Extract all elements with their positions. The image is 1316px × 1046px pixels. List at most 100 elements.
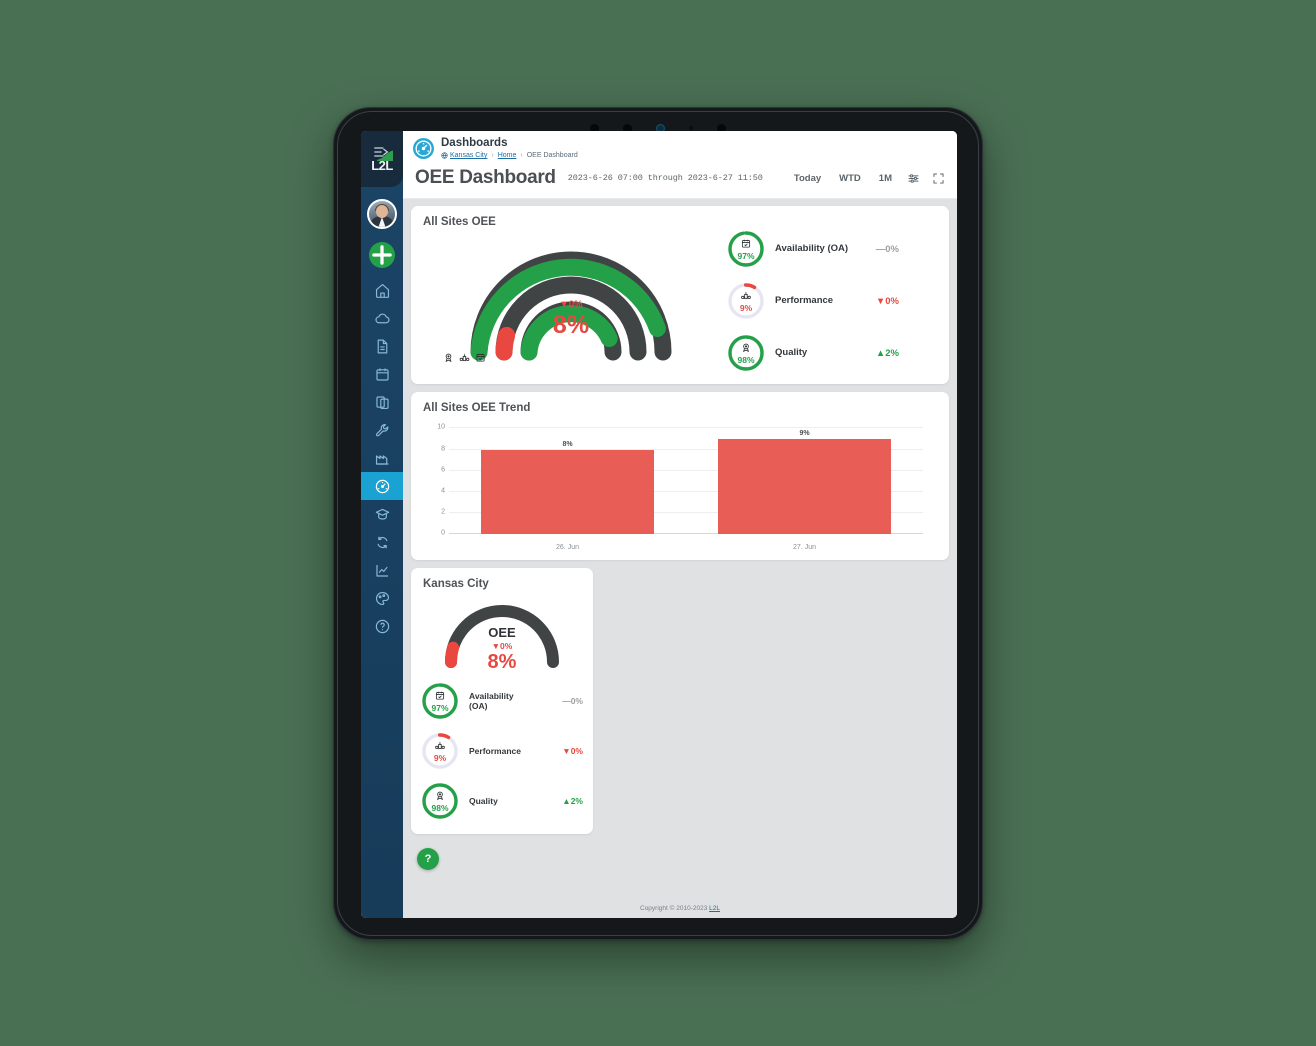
light-sensor-icon	[689, 126, 693, 130]
dashboard-scroll-area[interactable]: All Sites OEE ▼0% 8% 97% Availability (O…	[403, 199, 957, 900]
chart-y-tick: 2	[441, 508, 445, 516]
document-icon	[377, 339, 387, 353]
chart-x-axis: 26. Jun 27. Jun	[449, 544, 923, 551]
oee-trend-card: All Sites OEE Trend 0 2 4 6 8 10 8% 9% 26. Jun 2…	[411, 392, 949, 561]
site-kpi-performance: 9% Performance ▼0%	[421, 732, 583, 770]
green-growth-chart-icon	[376, 150, 393, 161]
site-quality-value: 98%	[431, 803, 449, 814]
sidebar-item-cloud[interactable]	[361, 304, 403, 332]
footer: Copyright © 2010-2023 L2L	[403, 900, 957, 918]
kpi-performance: 9% Performance ▼0%	[727, 282, 939, 320]
footer-link[interactable]: L2L	[709, 905, 720, 912]
home-icon	[375, 283, 389, 298]
site-oee-gauge: OEE ▼0% 8%	[411, 592, 593, 678]
all-sites-oee-card: All Sites OEE ▼0% 8% 97% Availability (O…	[411, 206, 949, 385]
kpi-quality: 98% Quality ▲2%	[727, 334, 939, 372]
sidebar-item-training[interactable]	[361, 500, 403, 528]
sidebar-item-dashboards[interactable]	[361, 472, 403, 500]
refresh-cycle-icon	[377, 536, 387, 548]
sidebar-item-maintenance[interactable]	[361, 416, 403, 444]
logo-block[interactable]: L2L	[361, 131, 403, 187]
range-button-wtd[interactable]: WTD	[836, 171, 864, 186]
breadcrumb-home[interactable]: Home	[498, 151, 517, 160]
chart-bar-column[interactable]: 9%	[686, 428, 923, 535]
footer-copyright: Copyright © 2010-2023	[640, 905, 710, 912]
gauge-legend-icons	[443, 352, 486, 363]
avatar[interactable]	[367, 199, 397, 229]
date-range-label: 2023-6-26 07:00 through 2023-6-27 11:50	[567, 173, 763, 184]
site-kpi-list: 97% Availability (OA) —0% 9% Performance…	[411, 678, 593, 834]
availability-delta: —0%	[875, 243, 899, 255]
breadcrumb-site[interactable]: Kansas City	[441, 151, 487, 160]
sidebar-item-production[interactable]	[361, 444, 403, 472]
site-oee-label: OEE	[488, 625, 516, 641]
topbar: Dashboards Kansas City › Home › OEE Dash…	[403, 131, 957, 165]
sidebar-item-clipboard[interactable]	[361, 388, 403, 416]
sidebar-item-continuous-improvement[interactable]	[361, 528, 403, 556]
palette-icon	[375, 591, 389, 605]
site-performance-ring: 9%	[421, 732, 459, 770]
site-availability-delta: —0%	[562, 696, 583, 707]
app-title: Dashboards	[441, 137, 508, 149]
oee-multi-gauge: ▼0% 8%	[421, 238, 721, 364]
quality-label: Quality	[775, 347, 808, 359]
calendar-icon	[375, 368, 389, 381]
breadcrumb-current: OEE Dashboard	[526, 152, 578, 160]
chart-bar-label: 9%	[799, 429, 810, 437]
sidebar-item-reports[interactable]	[361, 556, 403, 584]
line-chart-icon	[375, 564, 388, 577]
chart-y-tick: 4	[441, 487, 445, 495]
chart-bar-label: 8%	[562, 440, 573, 448]
site-kpi-availability: 97% Availability (OA) —0%	[421, 682, 583, 720]
range-button-today[interactable]: Today	[791, 171, 824, 186]
chart-y-tick: 0	[441, 529, 445, 537]
settings-button[interactable]	[907, 172, 920, 185]
performance-bars-icon	[435, 740, 446, 751]
chart-plot-area: 0 2 4 6 8 10 8% 9%	[437, 424, 923, 537]
quality-ring: 98%	[727, 334, 765, 372]
performance-bars-icon	[459, 354, 470, 362]
clipboard-icon	[375, 395, 389, 409]
site-performance-label: Performance	[469, 746, 521, 756]
tablet-frame: L2L Dashboards Kansas City › Home › OEE …	[333, 107, 983, 940]
range-button-1m[interactable]: 1M	[876, 171, 895, 186]
quality-value: 98%	[737, 355, 755, 366]
oee-trend-chart[interactable]: 0 2 4 6 8 10 8% 9% 26. Jun 27. Jun	[423, 420, 937, 552]
performance-ring: 9%	[727, 282, 765, 320]
chart-bar[interactable]	[481, 449, 654, 535]
add-button[interactable]	[369, 242, 395, 268]
sliders-icon	[908, 174, 919, 183]
sidebar-item-documents[interactable]	[361, 332, 403, 360]
sidebar-item-help[interactable]	[361, 612, 403, 640]
sidebar-item-theme[interactable]	[361, 584, 403, 612]
chart-x-tick: 26. Jun	[556, 544, 579, 552]
sidebar: L2L	[361, 131, 403, 918]
chart-bar[interactable]	[718, 438, 891, 535]
gauge-arcs	[470, 251, 672, 361]
kansas-city-card: Kansas City OEE ▼0% 8% 97% Availability …	[411, 568, 593, 835]
quality-badge-icon	[445, 353, 452, 363]
availability-calendar-icon	[741, 238, 752, 249]
help-fab-button[interactable]: ?	[417, 848, 439, 870]
kpi-list: 97% Availability (OA) —0% 9% Performance…	[721, 230, 939, 372]
site-oee-value: 8%	[487, 650, 517, 673]
sidebar-item-calendar[interactable]	[361, 360, 403, 388]
card-title: All Sites OEE	[423, 216, 496, 229]
breadcrumb-site-label: Kansas City	[450, 152, 488, 160]
availability-value: 97%	[737, 251, 755, 262]
performance-bars-icon	[741, 290, 752, 301]
fullscreen-button[interactable]	[932, 172, 945, 185]
chart-bars: 8% 9%	[449, 428, 923, 535]
sidebar-item-home[interactable]	[361, 276, 403, 304]
availability-label: Availability (OA)	[775, 243, 849, 255]
site-performance-value: 9%	[433, 753, 447, 764]
breadcrumb-separator: ›	[520, 152, 523, 160]
site-kpi-quality: 98% Quality ▲2%	[421, 782, 583, 820]
cloud-icon	[374, 313, 390, 323]
card-title: All Sites OEE Trend	[423, 402, 531, 415]
quality-delta: ▲2%	[875, 347, 899, 359]
performance-label: Performance	[775, 295, 834, 307]
chart-bar-column[interactable]: 8%	[449, 428, 686, 535]
globe-icon	[441, 152, 448, 160]
factory-icon	[375, 454, 388, 465]
